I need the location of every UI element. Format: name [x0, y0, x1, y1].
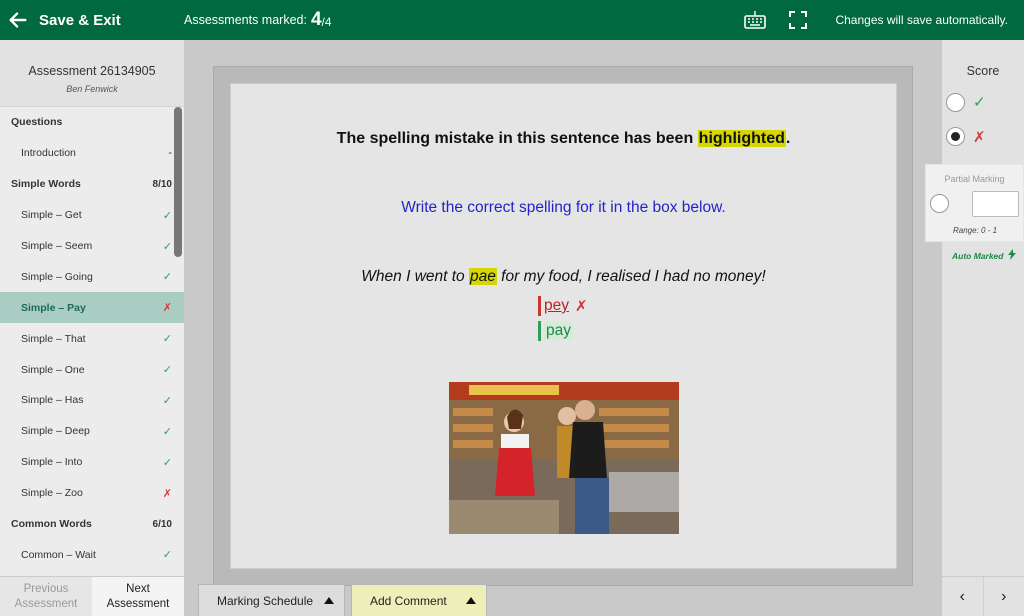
chevron-right-icon: ›: [1001, 587, 1007, 605]
section-simple-words[interactable]: Simple Words 8/10: [0, 169, 184, 200]
tick-icon: ✓: [162, 364, 172, 377]
cross-icon: ✗: [162, 487, 172, 500]
save-exit-button[interactable]: Save & Exit: [0, 9, 121, 31]
autosave-status: Changes will save automatically.: [835, 13, 1008, 27]
student-answer: pey ✗: [538, 296, 588, 316]
question-simple-seem[interactable]: Simple – Seem ✓: [0, 231, 184, 262]
incorrect-radio[interactable]: [946, 127, 965, 146]
highlighted-word: highlighted: [697, 130, 786, 147]
score-panel: Score ✓ ✗ Partial Marking Range: 0 - 1 A…: [925, 40, 1024, 616]
question-list: Questions Introduction - Simple Words 8/…: [0, 107, 184, 576]
assessments-marked-count: 4: [310, 9, 322, 30]
sidebar-scrollbar[interactable]: [174, 107, 182, 257]
tick-icon: ✓: [973, 94, 986, 111]
chevron-left-icon: ‹: [959, 587, 965, 605]
question-card: The spelling mistake in this sentence ha…: [230, 83, 897, 569]
tick-icon: ✓: [162, 209, 172, 222]
cross-icon: ✗: [575, 298, 588, 315]
assessment-header: Assessment 26134905 Ben Fenwick: [0, 40, 184, 107]
correct-radio[interactable]: [946, 93, 965, 112]
correct-answer: pay: [538, 321, 573, 341]
triangle-up-icon: [324, 597, 334, 604]
question-simple-get[interactable]: Simple – Get ✓: [0, 200, 184, 231]
partial-radio[interactable]: [930, 194, 949, 213]
question-sentence: When I went to pae for my food, I realis…: [361, 268, 766, 285]
section-score: 6/10: [152, 518, 172, 530]
bottom-tabs: Marking Schedule Add Comment: [198, 584, 487, 616]
section-common-words[interactable]: Common Words 6/10: [0, 509, 184, 540]
fullscreen-icon[interactable]: [789, 11, 807, 29]
correct-answer-text: pay: [544, 322, 573, 340]
tick-icon: ✓: [162, 456, 172, 469]
triangle-up-icon: [466, 597, 476, 604]
tick-icon: ✓: [162, 549, 172, 562]
question-instruction: The spelling mistake in this sentence ha…: [336, 130, 791, 147]
back-arrow-icon: [9, 12, 27, 28]
score-title: Score: [966, 64, 1000, 78]
previous-question-button[interactable]: ‹: [942, 577, 983, 616]
tick-icon: ✓: [162, 394, 172, 407]
question-simple-has[interactable]: Simple – Has ✓: [0, 385, 184, 416]
student-name: Ben Fenwick: [66, 84, 118, 94]
top-bar: Save & Exit Assessments marked: 4 /4 Cha…: [0, 0, 1024, 40]
next-question-button[interactable]: ›: [982, 577, 1024, 616]
previous-assessment-button[interactable]: Previous Assessment: [0, 577, 92, 616]
question-simple-that[interactable]: Simple – That ✓: [0, 323, 184, 354]
status-dash: -: [168, 147, 172, 160]
question-simple-deep[interactable]: Simple – Deep ✓: [0, 416, 184, 447]
shop-counter-photo: [449, 382, 679, 534]
next-assessment-button[interactable]: Next Assessment: [92, 577, 184, 616]
assessment-title: Assessment 26134905: [28, 64, 156, 78]
add-comment-tab[interactable]: Add Comment: [351, 584, 487, 616]
question-sidebar: Assessment 26134905 Ben Fenwick Question…: [0, 40, 184, 616]
section-questions: Questions: [11, 116, 63, 129]
tick-icon: ✓: [162, 425, 172, 438]
question-common-wait[interactable]: Common – Wait ✓: [0, 539, 184, 570]
question-simple-zoo[interactable]: Simple – Zoo ✗: [0, 478, 184, 509]
assessments-marked-label: Assessments marked:: [184, 13, 307, 27]
question-introduction[interactable]: Introduction -: [0, 138, 184, 169]
keyboard-icon[interactable]: [744, 10, 766, 30]
partial-marking-label: Partial Marking: [944, 174, 1005, 184]
main-area: The spelling mistake in this sentence ha…: [184, 40, 942, 616]
student-answer-text: pey: [544, 297, 569, 314]
question-simple-one[interactable]: Simple – One ✓: [0, 354, 184, 385]
question-nav: ‹ ›: [942, 576, 1024, 616]
assessments-marked: Assessments marked: 4 /4: [184, 0, 332, 40]
tick-icon: ✓: [162, 271, 172, 284]
tick-icon: ✓: [162, 333, 172, 346]
tick-icon: ✓: [162, 240, 172, 253]
cross-icon: ✗: [973, 129, 986, 146]
cross-icon: ✗: [162, 302, 172, 315]
misspelled-word: pae: [469, 268, 497, 285]
assessments-marked-total: /4: [321, 15, 332, 29]
question-frame: The spelling mistake in this sentence ha…: [213, 66, 913, 586]
save-exit-label: Save & Exit: [39, 11, 121, 29]
partial-score-input[interactable]: [972, 191, 1019, 217]
question-prompt: Write the correct spelling for it in the…: [401, 199, 726, 216]
question-simple-into[interactable]: Simple – Into ✓: [0, 447, 184, 478]
question-simple-pay[interactable]: Simple – Pay ✗: [0, 292, 184, 324]
assessment-nav: Previous Assessment Next Assessment: [0, 576, 184, 616]
question-simple-going[interactable]: Simple – Going ✓: [0, 261, 184, 292]
auto-marked-label: Auto Marked: [952, 249, 1016, 261]
marking-schedule-tab[interactable]: Marking Schedule: [198, 584, 345, 616]
range-label: Range: 0 - 1: [953, 226, 998, 235]
lightning-icon: [1007, 249, 1016, 260]
partial-marking-box: Partial Marking Range: 0 - 1: [925, 164, 1024, 242]
section-score: 8/10: [152, 178, 172, 190]
